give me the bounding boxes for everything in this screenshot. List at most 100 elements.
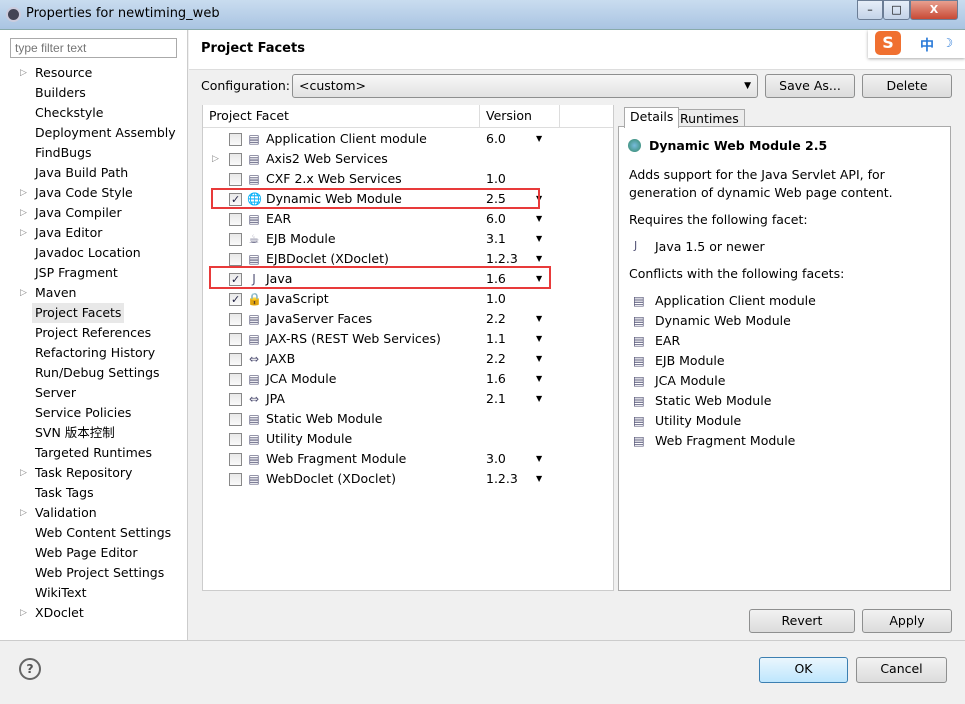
version-dropdown-icon[interactable]: ▼ <box>536 309 542 329</box>
facet-version[interactable]: 1.2.3 <box>486 469 518 489</box>
facet-checkbox[interactable] <box>229 433 242 446</box>
facet-checkbox[interactable] <box>229 153 242 166</box>
version-dropdown-icon[interactable]: ▼ <box>536 469 542 489</box>
facet-checkbox[interactable] <box>229 333 242 346</box>
expand-arrow-icon[interactable]: ▷ <box>20 608 27 618</box>
facet-checkbox[interactable] <box>229 290 242 310</box>
facet-row[interactable]: ▤ JCA Module 1.6 ▼ <box>203 369 613 389</box>
sidebar-item[interactable]: SVN 版本控制 <box>35 423 115 443</box>
sidebar-item[interactable]: Javadoc Location <box>35 243 141 263</box>
maximize-button[interactable]: □ <box>883 0 910 20</box>
sidebar-item[interactable]: Deployment Assembly <box>35 123 176 143</box>
facet-row[interactable]: ▤ Utility Module <box>203 429 613 449</box>
column-header-version[interactable]: Version <box>480 105 560 128</box>
delete-button[interactable]: Delete <box>862 74 952 98</box>
version-dropdown-icon[interactable]: ▼ <box>536 449 542 469</box>
facet-version[interactable]: 2.1 <box>486 389 506 409</box>
facet-checkbox[interactable] <box>229 413 242 426</box>
sidebar-item[interactable]: XDoclet <box>35 603 84 623</box>
facet-checkbox[interactable] <box>229 313 242 326</box>
facet-row[interactable]: ▤ Application Client module 6.0 ▼ <box>203 129 613 149</box>
facet-version[interactable]: 2.2 <box>486 349 506 369</box>
sidebar-item[interactable]: Task Repository <box>35 463 132 483</box>
revert-button[interactable]: Revert <box>749 609 855 633</box>
filter-input[interactable] <box>10 38 177 58</box>
help-button[interactable]: ? <box>19 658 41 680</box>
expand-arrow-icon[interactable]: ▷ <box>212 149 219 169</box>
facet-checkbox[interactable] <box>229 353 242 366</box>
sidebar-item[interactable]: Validation <box>35 503 97 523</box>
facet-row[interactable]: ▤ Static Web Module <box>203 409 613 429</box>
expand-arrow-icon[interactable]: ▷ <box>20 68 27 78</box>
facet-version[interactable]: 2.2 <box>486 309 506 329</box>
sidebar-item[interactable]: Web Project Settings <box>35 563 164 583</box>
sidebar-item[interactable]: Project References <box>35 323 151 343</box>
expand-arrow-icon[interactable]: ▷ <box>20 288 27 298</box>
sidebar-item[interactable]: Java Build Path <box>35 163 128 183</box>
facet-checkbox[interactable] <box>229 453 242 466</box>
version-dropdown-icon[interactable]: ▼ <box>536 129 542 149</box>
expand-arrow-icon[interactable]: ▷ <box>20 188 27 198</box>
facet-row[interactable]: ▤ EAR 6.0 ▼ <box>203 209 613 229</box>
configuration-select[interactable]: <custom> ▼ <box>292 74 758 98</box>
sidebar-item[interactable]: Resource <box>35 63 92 83</box>
version-dropdown-icon[interactable]: ▼ <box>536 349 542 369</box>
expand-arrow-icon[interactable]: ▷ <box>20 508 27 518</box>
sidebar-item[interactable]: Java Code Style <box>35 183 133 203</box>
version-dropdown-icon[interactable]: ▼ <box>536 369 542 389</box>
facet-checkbox[interactable] <box>229 173 242 186</box>
facet-version[interactable]: 6.0 <box>486 209 506 229</box>
sidebar-item[interactable]: Service Policies <box>35 403 131 423</box>
facet-row[interactable]: ⇔ JPA 2.1 ▼ <box>203 389 613 409</box>
tab-runtimes[interactable]: Runtimes <box>674 109 745 126</box>
facet-checkbox[interactable] <box>229 213 242 226</box>
tab-details[interactable]: Details <box>624 107 680 128</box>
facet-row[interactable]: ▤ Web Fragment Module 3.0 ▼ <box>203 449 613 469</box>
sidebar-item[interactable]: Task Tags <box>35 483 94 503</box>
sidebar-item[interactable]: Server <box>35 383 76 403</box>
sidebar-item[interactable]: Run/Debug Settings <box>35 363 160 383</box>
version-dropdown-icon[interactable]: ▼ <box>536 329 542 349</box>
sidebar-item[interactable]: Maven <box>35 283 76 303</box>
expand-arrow-icon[interactable]: ▷ <box>20 228 27 238</box>
sidebar-item[interactable]: Java Compiler <box>35 203 122 223</box>
facet-version[interactable]: 3.1 <box>486 229 506 249</box>
facet-row[interactable]: 🔒 JavaScript 1.0 <box>203 289 613 310</box>
close-button[interactable]: X <box>910 0 958 20</box>
facet-checkbox[interactable] <box>229 133 242 146</box>
minimize-button[interactable]: – <box>857 0 883 20</box>
version-dropdown-icon[interactable]: ▼ <box>536 229 542 249</box>
version-dropdown-icon[interactable]: ▼ <box>536 209 542 229</box>
save-as-button[interactable]: Save As... <box>765 74 855 98</box>
ime-lang[interactable]: 中 <box>920 35 934 55</box>
facet-row[interactable]: ▤ JAX-RS (REST Web Services) 1.1 ▼ <box>203 329 613 349</box>
facet-checkbox[interactable] <box>229 253 242 266</box>
facet-row[interactable]: ▤ CXF 2.x Web Services 1.0 <box>203 169 613 189</box>
facet-version[interactable]: 1.1 <box>486 329 506 349</box>
version-dropdown-icon[interactable]: ▼ <box>536 389 542 409</box>
sidebar-item[interactable]: Java Editor <box>35 223 102 243</box>
sidebar-item[interactable]: Checkstyle <box>35 103 103 123</box>
sidebar-item[interactable]: Project Facets <box>32 303 125 323</box>
facet-row[interactable]: ⇔ JAXB 2.2 ▼ <box>203 349 613 369</box>
expand-arrow-icon[interactable]: ▷ <box>20 208 27 218</box>
facet-version[interactable]: 3.0 <box>486 449 506 469</box>
facet-checkbox[interactable] <box>229 233 242 246</box>
facet-version[interactable]: 6.0 <box>486 129 506 149</box>
expand-arrow-icon[interactable]: ▷ <box>20 468 27 478</box>
facet-checkbox[interactable] <box>229 373 242 386</box>
facet-row[interactable]: ▷ ▤ Axis2 Web Services <box>203 149 613 169</box>
sidebar-item[interactable]: Web Page Editor <box>35 543 137 563</box>
facet-checkbox[interactable] <box>229 473 242 486</box>
facet-row[interactable]: ▤ WebDoclet (XDoclet) 1.2.3 ▼ <box>203 469 613 489</box>
sidebar-item[interactable]: JSP Fragment <box>35 263 118 283</box>
facet-version[interactable]: 1.6 <box>486 369 506 389</box>
apply-button[interactable]: Apply <box>862 609 952 633</box>
facet-row[interactable]: ☕ EJB Module 3.1 ▼ <box>203 229 613 249</box>
sidebar-item[interactable]: Targeted Runtimes <box>35 443 152 463</box>
column-header-facet[interactable]: Project Facet <box>203 105 480 128</box>
facet-row[interactable]: ▤ JavaServer Faces 2.2 ▼ <box>203 309 613 329</box>
facet-checkbox[interactable] <box>229 393 242 406</box>
cancel-button[interactable]: Cancel <box>856 657 947 683</box>
sidebar-item[interactable]: Web Content Settings <box>35 523 171 543</box>
